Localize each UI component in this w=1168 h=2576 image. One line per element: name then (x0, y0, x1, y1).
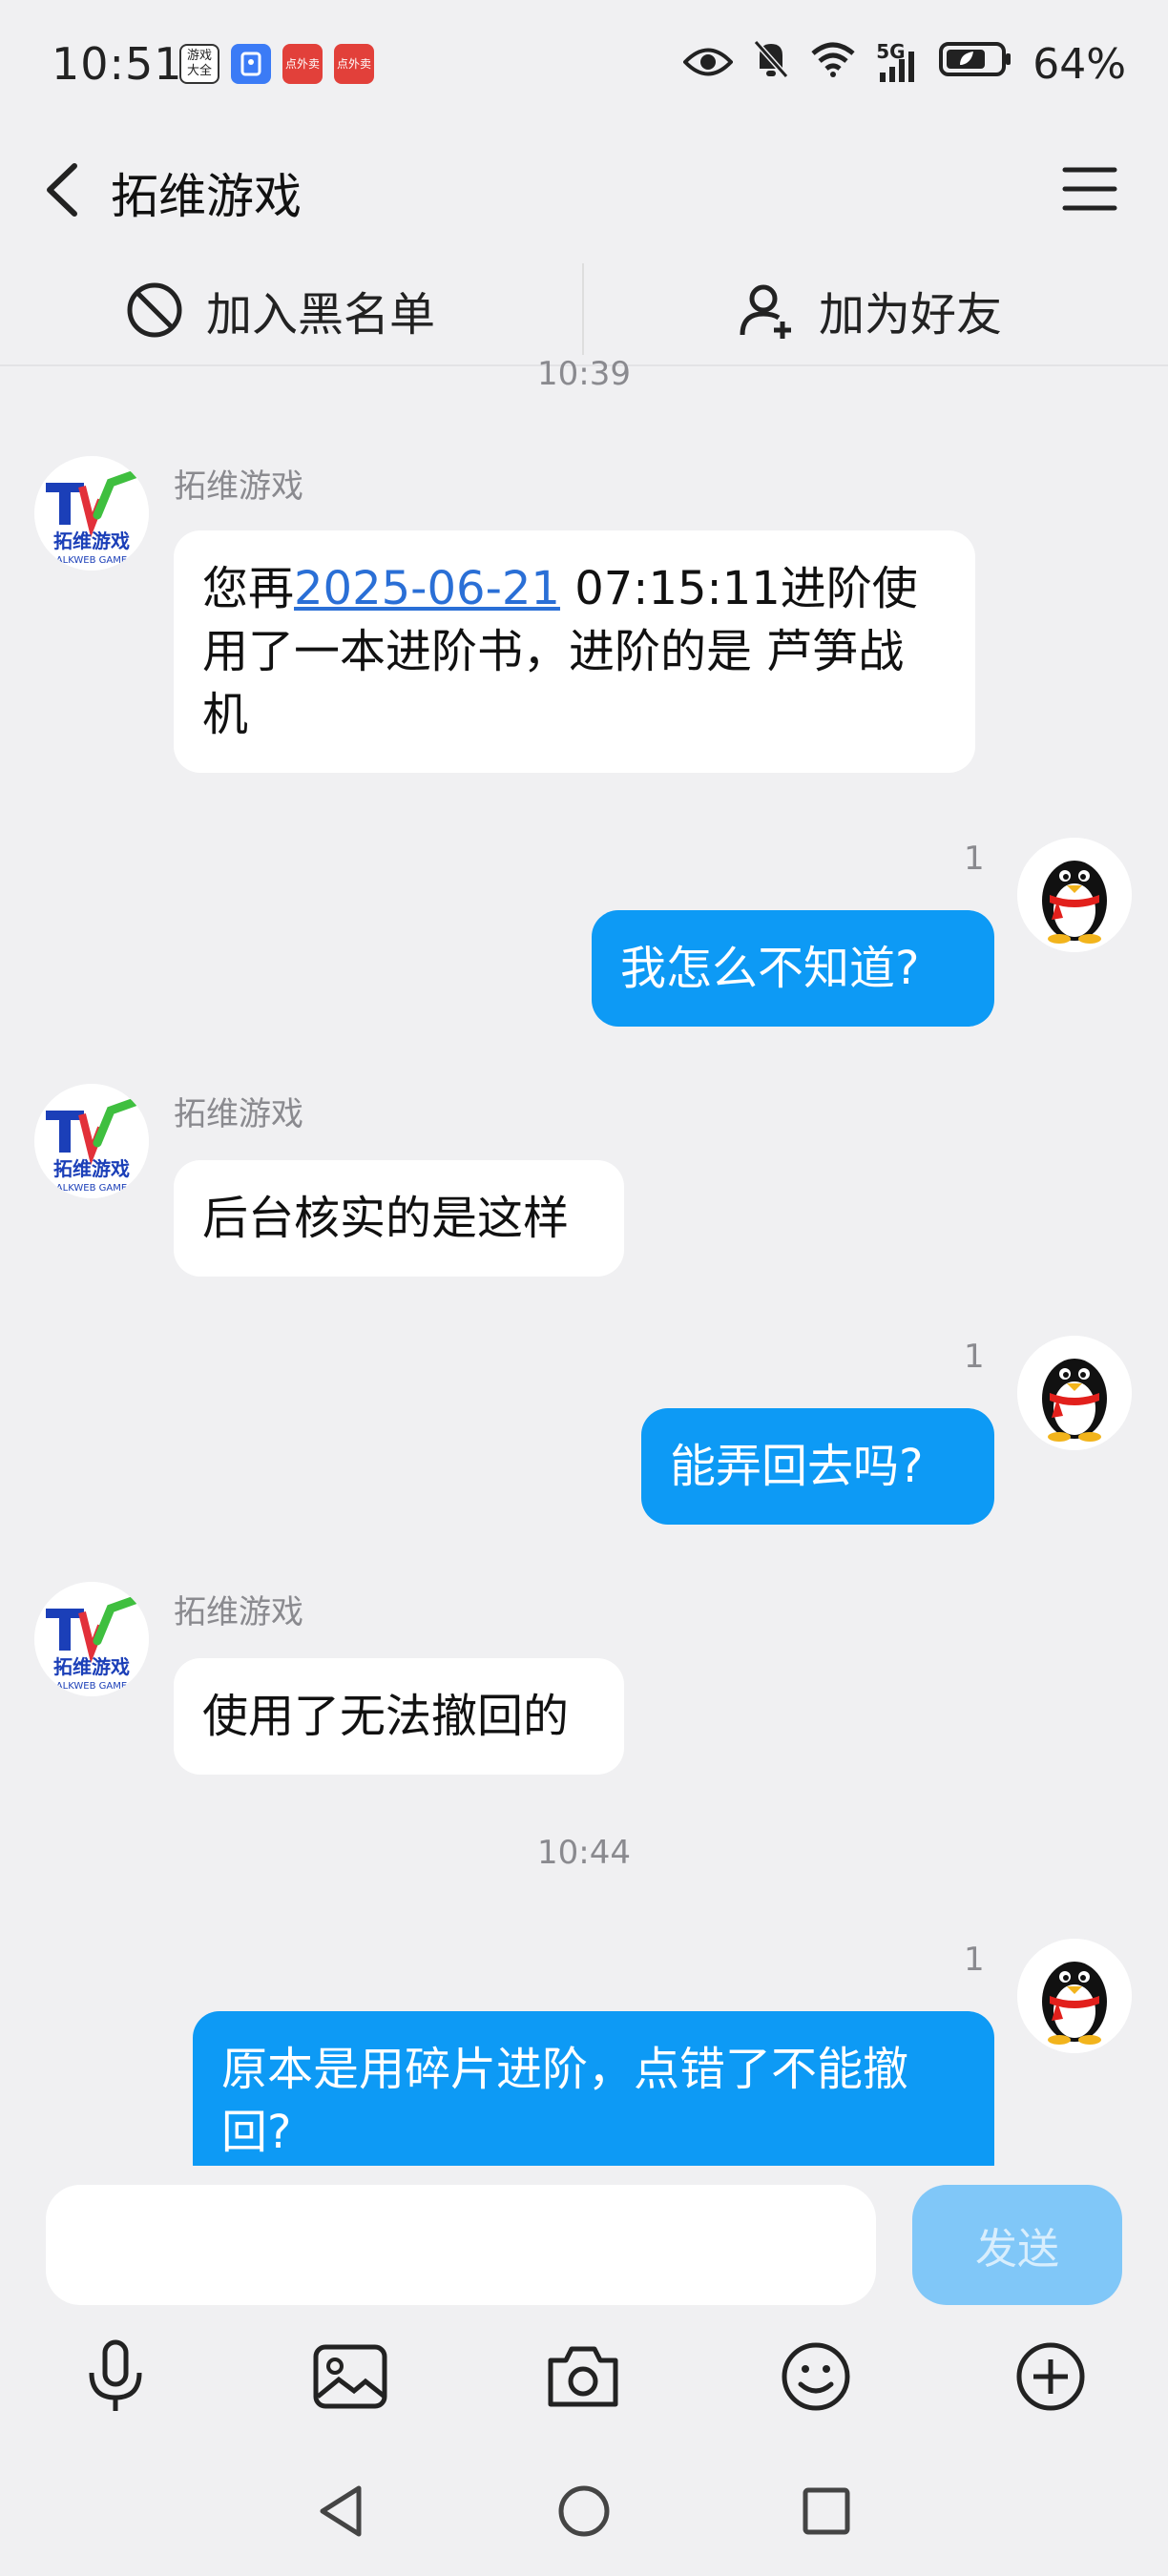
message-input[interactable] (46, 2185, 876, 2305)
my-avatar[interactable] (1017, 1336, 1132, 1450)
avatar[interactable]: 拓维游戏 ALKWEB GAME (34, 456, 149, 571)
page-title: 拓维游戏 (111, 169, 302, 224)
back-button[interactable] (38, 158, 95, 221)
my-avatar[interactable] (1017, 1939, 1132, 2053)
sender-name: 拓维游戏 (174, 467, 303, 506)
recents-square-icon (803, 2487, 850, 2535)
mute-bell-icon (752, 38, 790, 91)
tuowei-logo-icon: 拓维游戏 ALKWEB GAME (34, 1582, 149, 1696)
voice-button[interactable] (73, 2334, 158, 2420)
my-message-bubble[interactable]: 原本是用碎片进阶，点错了不能撤回? (193, 2011, 994, 2191)
back-triangle-icon (320, 2485, 362, 2537)
message-bubble[interactable]: 您再2025-06-21 07:15:11进阶使用了一本进阶书，进阶的是 芦笋战… (174, 530, 975, 773)
menu-button[interactable] (1061, 162, 1118, 216)
avatar[interactable]: 拓维游戏 ALKWEB GAME (34, 1582, 149, 1696)
my-message-bubble[interactable]: 我怎么不知道? (592, 910, 994, 1027)
nav-home-button[interactable] (553, 2481, 615, 2542)
image-icon (313, 2344, 387, 2409)
message-bubble[interactable]: 后台核实的是这样 (174, 1160, 624, 1277)
camera-button[interactable] (540, 2334, 626, 2420)
svg-text:ALKWEB GAME: ALKWEB GAME (56, 555, 127, 566)
penguin-icon (1017, 1939, 1132, 2053)
tuowei-logo-icon: 拓维游戏 ALKWEB GAME (34, 456, 149, 571)
avatar[interactable]: 拓维游戏 ALKWEB GAME (34, 1084, 149, 1198)
battery-icon (939, 40, 1013, 89)
camera-icon (548, 2346, 618, 2407)
more-button[interactable] (1008, 2334, 1094, 2420)
takeout-app-icon-2: 点外卖 (334, 44, 374, 84)
plus-circle-icon (1016, 2342, 1085, 2411)
signal-5g-icon: 5G (876, 40, 920, 84)
add-friend-button[interactable]: 加为好友 (737, 277, 1002, 343)
svg-text:ALKWEB GAME: ALKWEB GAME (56, 1183, 127, 1194)
action-divider (582, 263, 584, 355)
date-link[interactable]: 2025-06-21 (294, 562, 560, 615)
wifi-icon (809, 40, 857, 89)
block-icon (127, 282, 182, 338)
send-button[interactable]: 发送 (912, 2185, 1122, 2305)
penguin-icon (1017, 1336, 1132, 1450)
read-count: 1 (964, 1338, 985, 1376)
svg-text:拓维游戏: 拓维游戏 (53, 1157, 130, 1180)
eye-icon (682, 40, 734, 89)
tuowei-logo-icon: 拓维游戏 ALKWEB GAME (34, 1084, 149, 1198)
game-center-icon: 游戏大全 (179, 44, 219, 84)
image-button[interactable] (307, 2334, 393, 2420)
add-user-icon (740, 284, 791, 339)
takeout-app-icon: 点外卖 (282, 44, 323, 84)
blue-app-icon (231, 44, 271, 84)
nav-recents-button[interactable] (796, 2481, 857, 2542)
read-count: 1 (964, 840, 985, 878)
status-app-icons: 游戏大全 点外卖 点外卖 (179, 44, 374, 84)
svg-text:ALKWEB GAME: ALKWEB GAME (56, 1681, 127, 1692)
my-avatar[interactable] (1017, 838, 1132, 952)
read-count: 1 (964, 1941, 985, 1979)
svg-text:拓维游戏: 拓维游戏 (53, 1655, 130, 1678)
block-label: 加入黑名单 (206, 288, 436, 342)
timestamp: 10:44 (537, 1834, 631, 1872)
sender-name: 拓维游戏 (174, 1095, 303, 1133)
message-text: 您再 (202, 562, 295, 615)
network-type: 5G (876, 39, 906, 63)
microphone-icon (89, 2339, 142, 2411)
emoji-button[interactable] (773, 2334, 859, 2420)
my-message-bubble[interactable]: 能弄回去吗? (641, 1408, 994, 1525)
status-right: 5G 64% (682, 38, 1126, 91)
nav-back-button[interactable] (311, 2481, 372, 2542)
svg-text:拓维游戏: 拓维游戏 (53, 530, 130, 552)
emoji-icon (782, 2342, 850, 2411)
chevron-left-icon (47, 163, 77, 217)
hamburger-icon (1062, 167, 1117, 211)
timestamp: 10:39 (537, 355, 631, 393)
home-circle-icon (558, 2485, 610, 2537)
battery-level: 64% (1032, 40, 1126, 89)
block-button[interactable]: 加入黑名单 (124, 277, 435, 343)
sender-name: 拓维游戏 (174, 1593, 303, 1631)
status-time: 10:51 (52, 38, 183, 90)
add-friend-label: 加为好友 (819, 288, 1003, 342)
message-bubble[interactable]: 使用了无法撤回的 (174, 1658, 624, 1775)
penguin-icon (1017, 838, 1132, 952)
